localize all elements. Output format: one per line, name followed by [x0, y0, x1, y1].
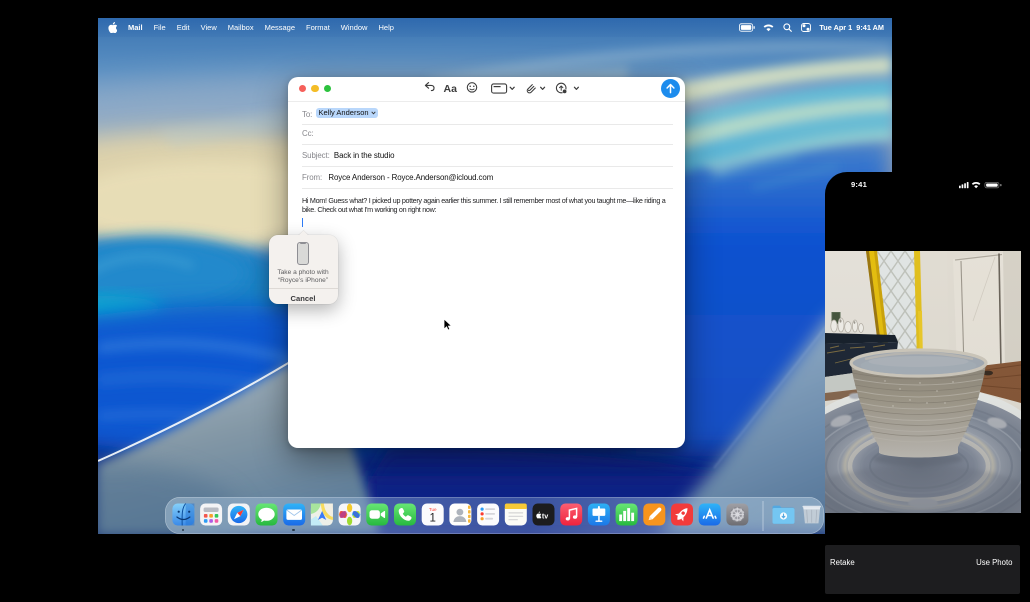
svg-text:1: 1	[429, 512, 435, 524]
svg-text:tv: tv	[541, 511, 547, 520]
svg-text:Tue: Tue	[428, 506, 436, 511]
